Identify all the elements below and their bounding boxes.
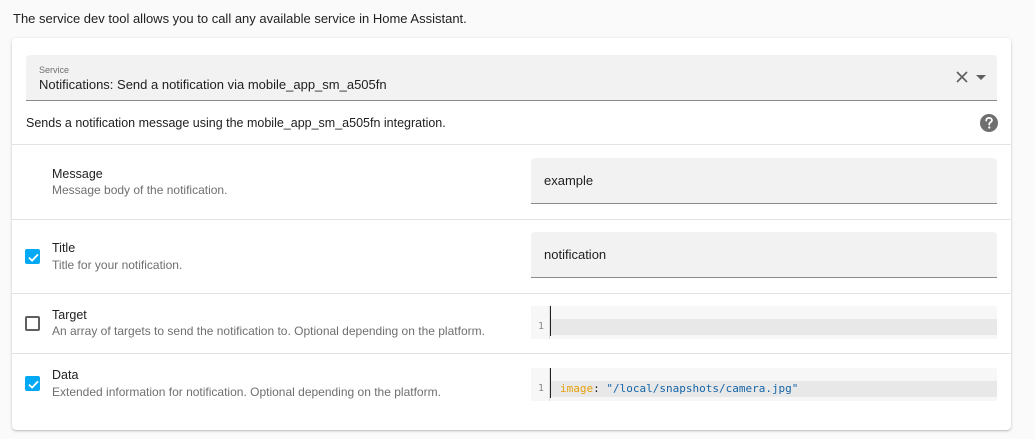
service-select-label: Service (39, 65, 70, 75)
target-code-editor[interactable]: 1 (531, 306, 997, 339)
field-description-target: An array of targets to send the notifica… (52, 324, 485, 338)
field-row-data: Data Extended information for notificati… (12, 354, 1011, 430)
yaml-string-value: "/local/snapshots/camera.jpg" (606, 382, 799, 395)
field-row-message: Message Message body of the notification… (12, 145, 1011, 219)
text-cursor (550, 368, 551, 398)
line-number: 1 (538, 383, 545, 394)
yaml-code-line: image: "/local/snapshots/camera.jpg" (560, 382, 798, 395)
field-name-message: Message (52, 167, 103, 181)
title-checkbox[interactable] (25, 249, 40, 264)
message-input[interactable] (531, 158, 997, 203)
clear-icon[interactable] (954, 69, 970, 85)
title-field[interactable] (531, 232, 997, 278)
service-card: Service Notifications: Send a notificati… (12, 38, 1011, 430)
service-select[interactable]: Service Notifications: Send a notificati… (26, 55, 997, 101)
chevron-down-icon[interactable] (974, 71, 988, 85)
active-line-highlight (550, 319, 997, 335)
field-description-title: Title for your notification. (52, 258, 183, 272)
field-row-title: Title Title for your notification. (12, 220, 1011, 293)
field-description-data: Extended information for notification. O… (52, 385, 441, 399)
help-icon[interactable] (979, 113, 999, 133)
text-cursor (550, 306, 551, 336)
field-row-target: Target An array of targets to send the n… (12, 294, 1011, 353)
field-name-title: Title (52, 241, 76, 255)
service-select-value: Notifications: Send a notification via m… (39, 77, 387, 92)
field-description-message: Message body of the notification. (52, 183, 228, 197)
yaml-separator: : (593, 382, 607, 395)
message-field[interactable] (531, 158, 997, 204)
intro-text: The service dev tool allows you to call … (13, 11, 467, 26)
data-checkbox[interactable] (25, 376, 40, 391)
data-code-editor[interactable]: 1 image: "/local/snapshots/camera.jpg" (531, 368, 997, 401)
title-input[interactable] (531, 232, 997, 277)
line-number: 1 (538, 321, 545, 332)
yaml-key: image (560, 382, 594, 395)
field-name-target: Target (52, 308, 87, 322)
service-description: Sends a notification message using the m… (26, 116, 446, 130)
field-name-data: Data (52, 368, 79, 382)
target-checkbox[interactable] (25, 316, 40, 331)
